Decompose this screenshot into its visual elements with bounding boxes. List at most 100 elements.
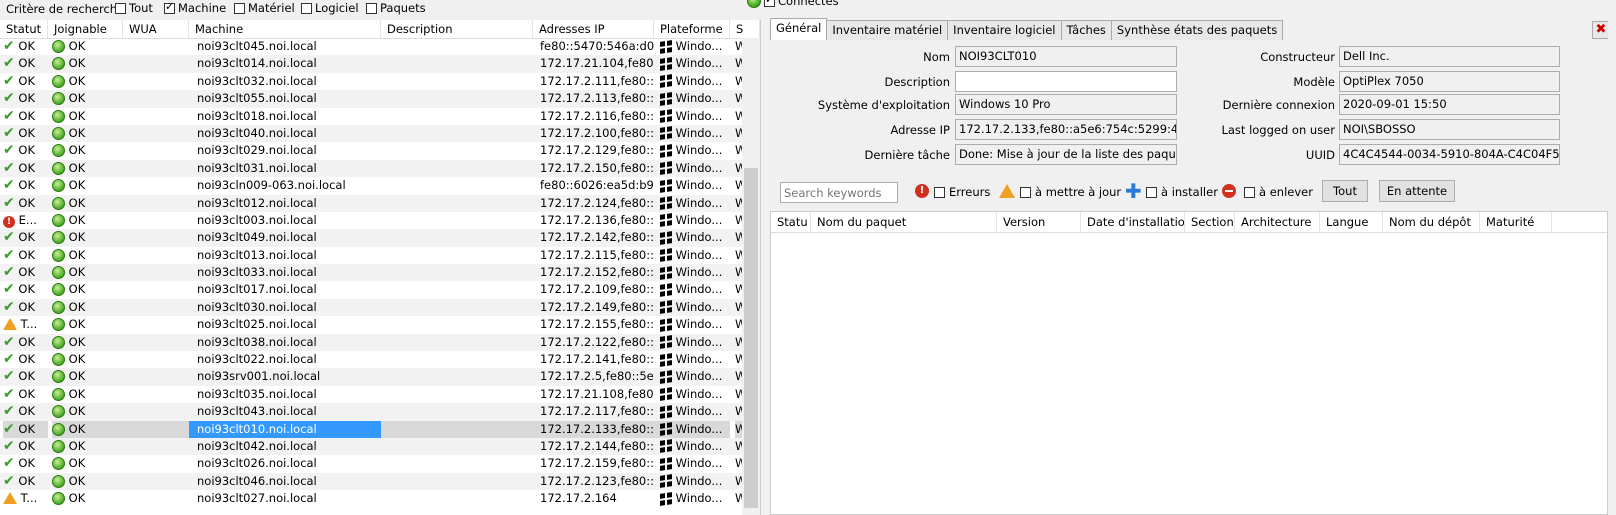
table-row[interactable]: ✔ OK OK noi93clt055.noi.local 172.17.2.113… <box>0 90 742 108</box>
tab-synthese-paquets[interactable]: Synthèse états des paquets <box>1110 20 1284 40</box>
table-row[interactable]: ✔ OK OK noi93clt038.noi.local 172.17.2.122… <box>0 333 742 352</box>
os-field[interactable]: Windows 10 Pro <box>955 94 1177 115</box>
nom-field[interactable]: NOI93CLT010 <box>955 46 1177 67</box>
enlever-checkbox[interactable]: à enlever <box>1244 185 1313 199</box>
tab-inventaire-materiel[interactable]: Inventaire matériel <box>826 20 949 40</box>
table-row[interactable]: ✔ OK OK noi93clt046.noi.local 172.17.2.123… <box>0 472 742 491</box>
table-row[interactable]: ✔ OK OK noi93clt040.noi.local 172.17.2.100… <box>0 124 742 143</box>
criteria-machine-checkbox[interactable]: Machine <box>164 0 226 15</box>
col-maturite[interactable]: Maturité <box>1480 212 1552 232</box>
table-row[interactable]: ✔ OK OK noi93clt043.noi.local 172.17.2.117… <box>0 403 742 421</box>
machine-table-scrollbar[interactable] <box>742 38 760 515</box>
wua-cell <box>123 247 189 264</box>
connected-filter[interactable]: Connectés <box>747 0 839 8</box>
status-text: E... <box>18 212 37 227</box>
modele-field[interactable]: OptiPlex 7050 <box>1339 71 1560 92</box>
table-row[interactable]: ✔ OK OK noi93clt035.noi.local 172.17.21.10… <box>0 386 742 403</box>
constructeur-field[interactable]: Dell Inc. <box>1339 46 1560 67</box>
checkbox-box[interactable] <box>934 186 945 198</box>
checkbox-box[interactable] <box>164 0 175 14</box>
table-row[interactable]: ✔ OK OK noi93clt033.noi.local 172.17.2.152… <box>0 264 742 282</box>
erreurs-checkbox[interactable]: Erreurs <box>934 185 990 199</box>
last-user-field[interactable]: NOI\SBOSSO <box>1339 119 1560 140</box>
table-row[interactable]: ✔ OK OK noi93clt029.noi.local 172.17.2.129… <box>0 142 742 159</box>
col-description[interactable]: Description <box>381 20 533 38</box>
wua-cell <box>123 403 189 420</box>
uuid-field[interactable]: 4C4C4544-0034-5910-804A-C4C04F595132 <box>1339 144 1560 165</box>
s-cell: W <box>735 212 742 227</box>
table-row[interactable]: ✔ OK OK noi93clt049.noi.local 172.17.2.142… <box>0 229 742 247</box>
checkbox-box[interactable] <box>1020 186 1031 198</box>
col-statut[interactable]: Statut <box>0 20 48 38</box>
panel-splitter[interactable] <box>760 20 770 515</box>
table-row[interactable]: ✔ OK OK noi93clt014.noi.local 172.17.21.10… <box>0 55 742 73</box>
table-row[interactable]: ✔ OK OK noi93clt022.noi.local 172.17.2.141… <box>0 351 742 368</box>
check-icon: ✔ <box>3 298 15 315</box>
tab-general[interactable]: Général <box>770 18 828 40</box>
wua-cell <box>123 73 189 90</box>
platform-cell: Windo... <box>654 195 730 212</box>
table-row[interactable]: ✔ OK OK noi93clt010.noi.local 172.17.2.133… <box>0 420 742 438</box>
constructeur-label: Constructeur <box>1260 50 1335 64</box>
checkbox-box[interactable] <box>1244 186 1255 198</box>
col-statu[interactable]: Statu <box>771 212 811 232</box>
table-row[interactable]: ✔ OK OK noi93clt012.noi.local 172.17.2.124… <box>0 194 742 212</box>
criteria-paquets-checkbox[interactable]: Paquets <box>366 1 426 15</box>
connected-checkbox[interactable] <box>764 0 775 7</box>
description-cell <box>381 490 533 507</box>
criteria-logiciel-checkbox[interactable]: Logiciel <box>301 1 359 15</box>
col-date-installation[interactable]: Date d'installation <box>1081 212 1185 232</box>
tab-taches[interactable]: Tâches <box>1060 20 1112 40</box>
os-label: Système d'exploitation <box>817 98 950 112</box>
table-row[interactable]: ✔ OK OK noi93clt042.noi.local 172.17.2.144… <box>0 437 742 456</box>
table-row[interactable]: T... OK noi93clt027.noi.local 172.17.2.164… <box>0 490 742 507</box>
ip-field[interactable]: 172.17.2.133,fe80::a5e6:754c:5299:4c8a,f… <box>955 119 1177 140</box>
installer-checkbox[interactable]: à installer <box>1146 185 1218 199</box>
ip-cell: 172.17.2.129,fe80::1... <box>540 143 654 158</box>
col-architecture[interactable]: Architecture <box>1235 212 1320 232</box>
machine-cell: noi93clt046.noi.local <box>197 473 317 488</box>
checkbox-box[interactable] <box>366 2 377 14</box>
search-keywords-input[interactable] <box>780 182 898 203</box>
detail-scrollbar[interactable] <box>1608 18 1616 515</box>
col-machine[interactable]: Machine <box>189 20 381 38</box>
joignable-cell: OK <box>52 299 123 316</box>
col-wua[interactable]: WUA <box>123 20 189 38</box>
table-row[interactable]: ✔ OK OK noi93clt032.noi.local 172.17.2.111… <box>0 73 742 90</box>
checkbox-box[interactable] <box>234 2 245 14</box>
col-adresses-ip[interactable]: Adresses IP <box>533 20 654 38</box>
tab-inventaire-logiciel[interactable]: Inventaire logiciel <box>947 20 1062 40</box>
en-attente-button[interactable]: En attente <box>1379 180 1455 202</box>
col-plateforme[interactable]: Plateforme <box>654 20 730 38</box>
mettre-a-jour-checkbox[interactable]: à mettre à jour <box>1020 185 1121 199</box>
table-row[interactable]: ✔ OK OK noi93clt030.noi.local 172.17.2.149… <box>0 298 742 317</box>
derniere-connexion-field[interactable]: 2020-09-01 15:50 <box>1339 94 1560 115</box>
derniere-tache-field[interactable]: Done: Mise à jour de la liste des paquet… <box>955 144 1177 165</box>
col-joignable[interactable]: Joignable <box>48 20 123 38</box>
description-field[interactable] <box>955 71 1177 92</box>
checkbox-box[interactable] <box>115 2 126 14</box>
col-langue[interactable]: Langue <box>1320 212 1383 232</box>
table-row[interactable]: ✔ OK OK noi93clt013.noi.local 172.17.2.115… <box>0 247 742 264</box>
table-row[interactable]: ✔ OK OK noi93clt045.noi.local fe80::5470:5… <box>0 38 742 55</box>
scrollbar-thumb[interactable] <box>744 168 758 508</box>
table-row[interactable]: ✔ OK OK noi93clt031.noi.local 172.17.2.150… <box>0 159 742 178</box>
status-text: OK <box>18 178 35 193</box>
table-row[interactable]: ✔ OK OK noi93cln009-063.noi.local fe80::60… <box>0 177 742 194</box>
col-version[interactable]: Version <box>997 212 1081 232</box>
checkbox-box[interactable] <box>301 2 312 14</box>
col-section[interactable]: Section <box>1185 212 1235 232</box>
criteria-materiel-checkbox[interactable]: Matériel <box>234 1 295 15</box>
col-nom-paquet[interactable]: Nom du paquet <box>811 212 997 232</box>
checkbox-box[interactable] <box>1146 186 1157 198</box>
col-nom-depot[interactable]: Nom du dépôt <box>1383 212 1480 232</box>
table-row[interactable]: ✔ OK OK noi93clt018.noi.local 172.17.2.116… <box>0 108 742 125</box>
col-s[interactable]: S <box>730 20 760 38</box>
criteria-tout-checkbox[interactable]: Tout <box>115 1 153 15</box>
table-row[interactable]: T... OK noi93clt025.noi.local 172.17.2.155… <box>0 316 742 333</box>
table-row[interactable]: ✔ OK OK noi93clt017.noi.local 172.17.2.109… <box>0 281 742 298</box>
tout-button[interactable]: Tout <box>1322 180 1368 202</box>
table-row[interactable]: ✔ OK OK noi93srv001.noi.local 172.17.2.5,f… <box>0 368 742 386</box>
table-row[interactable]: ✔ OK OK noi93clt026.noi.local 172.17.2.159… <box>0 455 742 472</box>
table-row[interactable]: ! E... OK noi93clt003.noi.local 172.17.2.1… <box>0 212 742 229</box>
